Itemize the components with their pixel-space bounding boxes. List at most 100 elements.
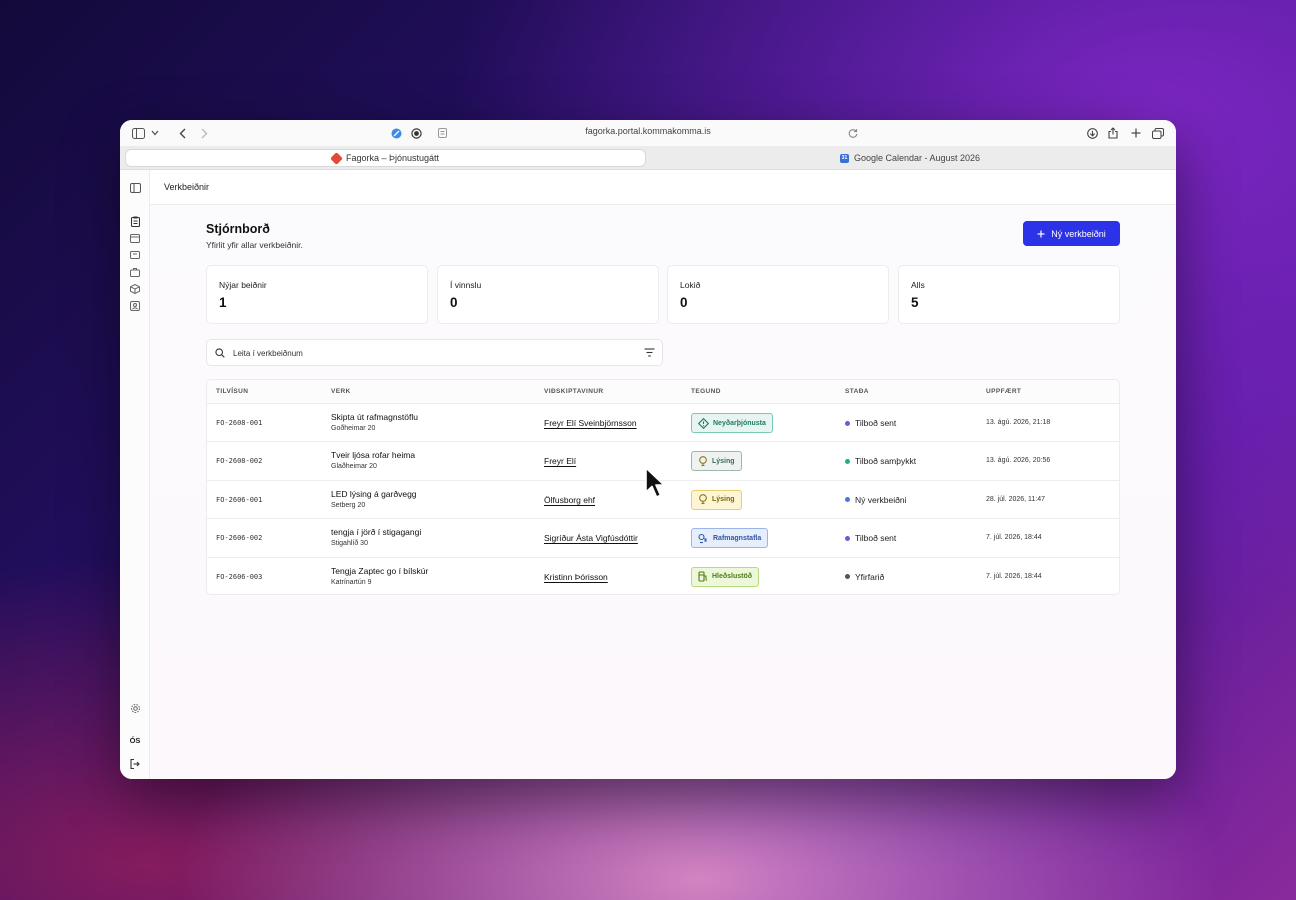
new-request-button[interactable]: Ný verkbeiðni xyxy=(1023,221,1120,246)
type-label: Lýsing xyxy=(712,496,735,504)
customer-link[interactable]: Freyr Elí Sveinbjörnsson xyxy=(544,418,637,428)
stat-label: Nýjar beiðnir xyxy=(219,280,267,290)
status-label: Tilboð sent xyxy=(855,533,897,544)
column-header-job[interactable]: VERK xyxy=(331,388,351,395)
column-header-status[interactable]: STAÐA xyxy=(845,388,869,395)
customer-link[interactable]: Ölfusborg ehf xyxy=(544,495,595,505)
tab-bar: Fagorka – Þjónustugátt 31 Google Calenda… xyxy=(120,146,1176,170)
reference-cell: FO-2606-001 xyxy=(216,495,263,504)
electric-panel-icon xyxy=(698,533,707,543)
column-header-reference[interactable]: TILVÍSUN xyxy=(216,388,248,395)
job-title[interactable]: tengja í jörð í stigagangi xyxy=(331,527,421,537)
breadcrumb-item[interactable]: Verkbeiðnir xyxy=(164,182,209,192)
lightbulb-icon xyxy=(699,494,707,505)
job-title[interactable]: Skipta út rafmagnstöflu xyxy=(331,412,418,422)
stat-label: Alls xyxy=(911,280,925,290)
status-dot xyxy=(845,420,850,426)
reference-cell: FO-2606-003 xyxy=(216,572,263,581)
type-badge: Neyðarþjónusta xyxy=(691,413,773,433)
customer-link[interactable]: Freyr Elí xyxy=(544,456,576,466)
reload-icon[interactable] xyxy=(847,125,859,141)
job-title[interactable]: Tveir ljósa rofar heima xyxy=(331,450,415,460)
user-avatar[interactable]: ÓS xyxy=(128,733,142,747)
url-bar[interactable]: fagorka.portal.kommakomma.is xyxy=(120,126,1176,136)
column-header-updated[interactable]: UPPFÆRT xyxy=(986,388,1021,395)
job-address: Setberg 20 xyxy=(331,501,366,509)
calendar-icon: 31 xyxy=(839,153,849,163)
page-subtitle: Yfirlit yfir allar verkbeiðnir. xyxy=(206,240,303,250)
job-title[interactable]: Tengja Zaptec go í bílskúr xyxy=(331,566,428,576)
status-label: Ný verkbeiðni xyxy=(855,494,907,505)
status-dot xyxy=(845,535,850,541)
status-dot xyxy=(845,574,850,580)
page-title: Stjórnborð xyxy=(206,222,270,236)
column-header-customer[interactable]: VIÐSKIPTAVINUR xyxy=(544,388,604,395)
status-cell: Tilboð samþykkt xyxy=(845,456,916,466)
browser-window: fagorka.portal.kommakomma.is Fagorka – Þ… xyxy=(120,120,1176,779)
updated-cell: 28. júl. 2026, 11:47 xyxy=(986,495,1046,503)
customer-link[interactable]: Kristinn Þórisson xyxy=(544,572,608,582)
status-dot xyxy=(845,497,850,503)
settings-gear-icon[interactable] xyxy=(128,701,142,715)
share-icon[interactable] xyxy=(1106,125,1120,141)
fagorka-logo-icon xyxy=(330,151,343,165)
search-box xyxy=(206,339,663,366)
stat-label: Lokið xyxy=(680,280,701,290)
job-title[interactable]: LED lýsing á garðvegg xyxy=(331,489,417,499)
table-row[interactable]: FO-2606-003 Tengja Zaptec go í bílskúr K… xyxy=(207,558,1119,594)
updated-cell: 7. júl. 2026, 18:44 xyxy=(986,534,1042,542)
logout-icon[interactable] xyxy=(128,757,142,771)
calendar-icon[interactable] xyxy=(128,231,142,245)
job-address: Katrínartún 9 xyxy=(331,578,372,586)
type-badge: Lýsing xyxy=(691,489,742,510)
tab-label: Fagorka – Þjónustugátt xyxy=(345,153,440,163)
briefcase-icon[interactable] xyxy=(128,265,142,279)
status-label: Yfirfarið xyxy=(855,571,885,582)
type-badge: Hleðslustöð xyxy=(691,566,760,587)
job-address: Goðheimar 20 xyxy=(331,425,376,432)
search-icon xyxy=(215,348,225,358)
stat-label: Í vinnslu xyxy=(450,280,482,290)
reference-cell: FO-2606-002 xyxy=(216,534,263,543)
tab-overview-icon[interactable] xyxy=(1151,125,1165,141)
table-row[interactable]: FO-2606-002 tengja í jörð í stigagangi S… xyxy=(207,519,1119,558)
stat-value: 1 xyxy=(219,295,227,310)
browser-toolbar: fagorka.portal.kommakomma.is xyxy=(120,120,1176,146)
tab-label: Google Calendar - August 2026 xyxy=(853,153,981,163)
status-cell: Ný verkbeiðni xyxy=(845,495,907,505)
status-cell: Yfirfarið xyxy=(845,572,884,582)
stat-card-done: Lokið 0 xyxy=(667,265,889,324)
downloads-icon[interactable] xyxy=(1085,125,1099,141)
lightbulb-icon xyxy=(699,456,707,466)
stat-card-new: Nýjar beiðnir 1 xyxy=(206,265,428,324)
breadcrumb: Verkbeiðnir xyxy=(150,170,1176,205)
stat-value: 5 xyxy=(911,295,919,310)
updated-cell: 13. ágú. 2026, 21:18 xyxy=(986,419,1051,426)
type-label: Neyðarþjónusta xyxy=(713,419,766,427)
job-address: Glaðheimar 20 xyxy=(331,463,377,471)
column-header-type[interactable]: TEGUND xyxy=(691,388,721,395)
tab-fagorka[interactable]: Fagorka – Þjónustugátt xyxy=(125,149,646,167)
stat-card-total: Alls 5 xyxy=(898,265,1120,324)
job-address: Stigahlíð 30 xyxy=(331,540,368,548)
warning-diamond-icon xyxy=(698,417,709,429)
new-request-label: Ný verkbeiðni xyxy=(1051,228,1106,239)
new-tab-icon[interactable] xyxy=(1129,125,1143,141)
stat-value: 0 xyxy=(450,295,458,310)
table-row[interactable]: FO-2608-001 Skipta út rafmagnstöflu Goðh… xyxy=(207,404,1119,443)
updated-cell: 13. ágú. 2026, 20:56 xyxy=(986,457,1051,465)
charging-station-icon xyxy=(698,571,708,582)
package-icon[interactable] xyxy=(128,282,142,296)
customer-link[interactable]: Sigríður Ásta Vigfúsdóttir xyxy=(544,533,638,543)
search-input[interactable] xyxy=(233,346,623,360)
contact-card-icon[interactable] xyxy=(128,299,142,313)
app-sidebar: ÓS xyxy=(120,170,150,779)
ticket-icon[interactable] xyxy=(128,248,142,262)
tab-google-calendar[interactable]: 31 Google Calendar - August 2026 xyxy=(650,149,1170,167)
filter-icon[interactable] xyxy=(644,348,655,357)
status-cell: Tilboð sent xyxy=(845,418,896,428)
clipboard-icon[interactable] xyxy=(128,214,142,228)
panel-toggle-icon[interactable] xyxy=(128,181,142,195)
type-badge: Lýsing xyxy=(691,451,742,472)
status-label: Tilboð sent xyxy=(855,418,897,428)
